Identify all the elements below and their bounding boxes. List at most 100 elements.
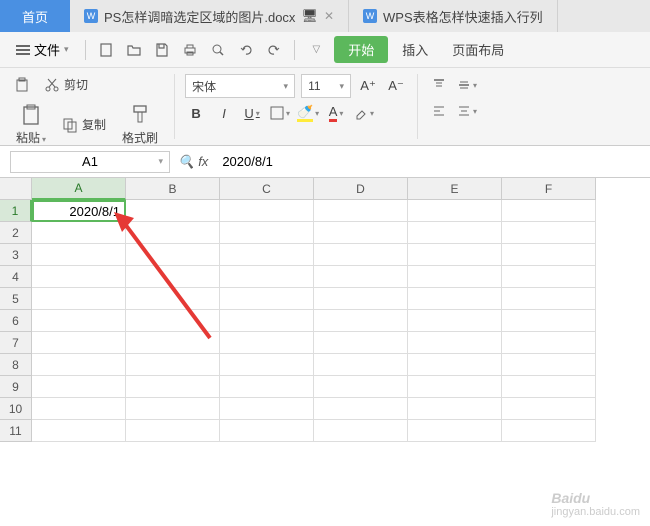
formula-input[interactable] [216, 151, 640, 173]
cell[interactable] [408, 398, 502, 420]
cell[interactable] [126, 310, 220, 332]
cell[interactable] [314, 354, 408, 376]
cell[interactable] [502, 222, 596, 244]
decrease-font-button[interactable]: A⁻ [385, 75, 407, 97]
cell[interactable] [408, 310, 502, 332]
increase-font-button[interactable]: A⁺ [357, 75, 379, 97]
redo-button[interactable] [262, 38, 286, 62]
row-header-2[interactable]: 2 [0, 222, 32, 244]
cell[interactable] [126, 420, 220, 442]
row-header-8[interactable]: 8 [0, 354, 32, 376]
col-header-d[interactable]: D [314, 178, 408, 200]
cell[interactable] [314, 398, 408, 420]
customize-toolbar[interactable]: ▽ [303, 40, 331, 59]
cell[interactable] [408, 266, 502, 288]
row-header-9[interactable]: 9 [0, 376, 32, 398]
cell[interactable] [408, 354, 502, 376]
cell[interactable] [220, 200, 314, 222]
cell[interactable] [314, 200, 408, 222]
open-file-button[interactable] [122, 38, 146, 62]
cell[interactable] [32, 288, 126, 310]
cell[interactable] [126, 266, 220, 288]
format-painter-button[interactable]: 格式刷 [116, 99, 164, 150]
cell[interactable] [502, 266, 596, 288]
cell[interactable] [502, 398, 596, 420]
row-header-1[interactable]: 1 [0, 200, 32, 222]
close-icon[interactable]: ✕ [324, 9, 334, 23]
cell[interactable] [32, 266, 126, 288]
bold-button[interactable]: B [185, 102, 207, 124]
cell[interactable] [502, 244, 596, 266]
col-header-e[interactable]: E [408, 178, 502, 200]
underline-button[interactable]: U [241, 102, 263, 124]
print-button[interactable] [178, 38, 202, 62]
cell[interactable] [408, 200, 502, 222]
cell[interactable] [220, 376, 314, 398]
cell[interactable] [314, 310, 408, 332]
cell[interactable] [314, 288, 408, 310]
cell[interactable] [502, 420, 596, 442]
tab-home[interactable]: 首页 [0, 0, 70, 32]
col-header-c[interactable]: C [220, 178, 314, 200]
align-left-button[interactable] [428, 100, 450, 122]
cell[interactable] [502, 354, 596, 376]
fill-color-button[interactable]: 🍼 [297, 102, 319, 124]
new-file-button[interactable] [94, 38, 118, 62]
cell[interactable] [502, 376, 596, 398]
tab-insert[interactable]: 插入 [392, 36, 438, 63]
cell[interactable] [32, 420, 126, 442]
cell[interactable] [32, 376, 126, 398]
cell[interactable] [220, 244, 314, 266]
cell[interactable] [502, 310, 596, 332]
row-header-5[interactable]: 5 [0, 288, 32, 310]
cell[interactable] [32, 244, 126, 266]
cell[interactable] [220, 266, 314, 288]
cell[interactable] [220, 354, 314, 376]
cell[interactable] [126, 222, 220, 244]
cell[interactable] [126, 354, 220, 376]
align-middle-button[interactable] [456, 74, 478, 96]
cell[interactable] [126, 200, 220, 222]
cell[interactable] [314, 222, 408, 244]
row-header-3[interactable]: 3 [0, 244, 32, 266]
tab-page-layout[interactable]: 页面布局 [442, 36, 514, 63]
cell[interactable] [502, 332, 596, 354]
tab-start[interactable]: 开始 [334, 36, 388, 63]
row-header-6[interactable]: 6 [0, 310, 32, 332]
cell[interactable] [408, 332, 502, 354]
cell[interactable] [32, 354, 126, 376]
cell[interactable] [408, 420, 502, 442]
cell[interactable] [126, 332, 220, 354]
cell[interactable] [314, 376, 408, 398]
cell[interactable] [220, 398, 314, 420]
align-center-button[interactable] [456, 100, 478, 122]
cell[interactable] [314, 332, 408, 354]
print-preview-button[interactable] [206, 38, 230, 62]
cut-button[interactable]: 剪切 [40, 74, 92, 95]
font-name-select[interactable]: 宋体▾ [185, 74, 295, 98]
italic-button[interactable]: I [213, 102, 235, 124]
col-header-f[interactable]: F [502, 178, 596, 200]
cell-a1[interactable]: 2020/8/1 [32, 200, 126, 222]
cell[interactable] [408, 244, 502, 266]
row-header-11[interactable]: 11 [0, 420, 32, 442]
font-color-button[interactable]: A [325, 102, 347, 124]
cell[interactable] [220, 310, 314, 332]
col-header-a[interactable]: A [32, 178, 126, 200]
cell[interactable] [32, 332, 126, 354]
copy-button[interactable]: 复制 [58, 114, 110, 135]
tab-document-2[interactable]: W WPS表格怎样快速插入行列 [349, 0, 558, 32]
col-header-b[interactable]: B [126, 178, 220, 200]
tab-document-1[interactable]: W PS怎样调暗选定区域的图片.docx 🖥 ✕ [70, 0, 349, 32]
paste-button[interactable]: 粘贴 [10, 99, 52, 150]
cell[interactable] [32, 222, 126, 244]
paste-clipboard-icon[interactable] [10, 75, 34, 95]
name-box[interactable]: A1 [10, 151, 170, 173]
cell[interactable] [32, 398, 126, 420]
border-button[interactable] [269, 102, 291, 124]
select-all-corner[interactable] [0, 178, 32, 200]
cell[interactable] [126, 244, 220, 266]
row-header-10[interactable]: 10 [0, 398, 32, 420]
save-button[interactable] [150, 38, 174, 62]
insert-function-button[interactable]: 🔍 fx [178, 154, 208, 170]
